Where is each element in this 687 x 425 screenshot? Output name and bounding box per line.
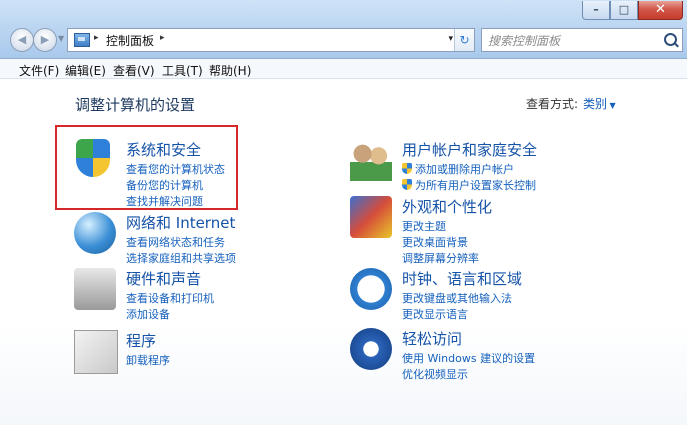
maximize-button[interactable]: □ xyxy=(610,1,638,20)
link-add-device[interactable]: 添加设备 xyxy=(126,307,214,323)
category-links: 卸载程序 xyxy=(126,353,170,369)
close-button[interactable]: ✕ xyxy=(638,1,683,20)
arrow-right-icon: ▶ xyxy=(40,33,50,46)
category-title-hardware[interactable]: 硬件和声音 xyxy=(126,268,201,289)
link-uninstall-program[interactable]: 卸载程序 xyxy=(126,353,170,369)
back-button[interactable]: ◀ xyxy=(10,28,34,52)
category-title-users[interactable]: 用户帐户和家庭安全 xyxy=(402,139,537,160)
page-title: 调整计算机的设置 xyxy=(75,96,196,114)
breadcrumb-arrow-icon[interactable]: ▸ xyxy=(94,33,99,43)
breadcrumb-arrow-icon[interactable]: ▸ xyxy=(160,33,165,43)
printer-icon[interactable] xyxy=(74,268,116,310)
link-recommended-settings[interactable]: 使用 Windows 建议的设置 xyxy=(402,351,535,367)
arrow-left-icon: ◀ xyxy=(17,33,27,46)
link-screen-resolution[interactable]: 调整屏幕分辨率 xyxy=(402,251,479,267)
category-title-clock[interactable]: 时钟、语言和区域 xyxy=(402,268,522,289)
refresh-button[interactable]: ↻ xyxy=(454,29,474,51)
link-desktop-background[interactable]: 更改桌面背景 xyxy=(402,235,479,251)
link-display-language[interactable]: 更改显示语言 xyxy=(402,307,512,323)
menu-bar: 文件(F) 编辑(E) 查看(V) 工具(T) 帮助(H) xyxy=(0,59,687,79)
menu-help[interactable]: 帮助(H) xyxy=(209,62,251,79)
category-links: 查看设备和打印机 添加设备 xyxy=(126,291,214,323)
menu-view[interactable]: 查看(V) xyxy=(113,62,155,79)
category-title-ease[interactable]: 轻松访问 xyxy=(402,328,462,349)
network-globe-icon[interactable] xyxy=(74,212,116,254)
menu-tools[interactable]: 工具(T) xyxy=(162,62,203,79)
category-links: 更改主题 更改桌面背景 调整屏幕分辨率 xyxy=(402,219,479,267)
category-links: 添加或删除用户帐户 为所有用户设置家长控制 xyxy=(402,162,536,194)
search-icon[interactable] xyxy=(664,33,677,46)
address-bar[interactable]: ▸ 控制面板 ▸ ▾ ↻ xyxy=(67,28,475,52)
selection-highlight-box xyxy=(55,125,238,210)
category-title-appearance[interactable]: 外观和个性化 xyxy=(402,196,492,217)
view-by-label: 查看方式: xyxy=(526,97,579,111)
ease-of-access-icon[interactable] xyxy=(350,328,392,370)
menu-edit[interactable]: 编辑(E) xyxy=(65,62,106,79)
address-dropdown-icon[interactable]: ▾ xyxy=(448,34,453,44)
search-placeholder: 搜索控制面板 xyxy=(488,34,561,48)
maximize-icon: □ xyxy=(618,3,630,16)
view-by-dropdown[interactable]: 类别 xyxy=(583,95,616,112)
close-icon: ✕ xyxy=(655,2,666,17)
appearance-paint-icon[interactable] xyxy=(350,196,392,238)
title-bar: – □ ✕ ◀ ▶ ▼ ▸ 控制面板 ▸ ▾ ↻ 搜索控制面板 xyxy=(0,0,687,59)
clock-globe-icon[interactable] xyxy=(350,268,392,310)
link-parental-controls[interactable]: 为所有用户设置家长控制 xyxy=(402,178,536,194)
recent-pages-dropdown[interactable]: ▼ xyxy=(58,34,64,43)
link-network-status[interactable]: 查看网络状态和任务 xyxy=(126,235,236,251)
search-input[interactable]: 搜索控制面板 xyxy=(481,28,683,52)
programs-box-icon[interactable] xyxy=(74,330,118,374)
link-devices-printers[interactable]: 查看设备和打印机 xyxy=(126,291,214,307)
users-icon[interactable] xyxy=(350,139,392,181)
category-title-network[interactable]: 网络和 Internet xyxy=(126,212,235,233)
link-homegroup-sharing[interactable]: 选择家庭组和共享选项 xyxy=(126,251,236,267)
forward-button[interactable]: ▶ xyxy=(33,28,57,52)
minimize-icon: – xyxy=(593,3,599,16)
minimize-button[interactable]: – xyxy=(582,1,610,20)
breadcrumb-control-panel[interactable]: 控制面板 xyxy=(106,32,154,49)
window-controls: – □ ✕ xyxy=(582,1,683,20)
link-keyboard-input[interactable]: 更改键盘或其他输入法 xyxy=(402,291,512,307)
menu-file[interactable]: 文件(F) xyxy=(19,62,59,79)
link-optimize-display[interactable]: 优化视频显示 xyxy=(402,367,535,383)
category-title-programs[interactable]: 程序 xyxy=(126,330,156,351)
control-panel-icon xyxy=(74,33,90,47)
category-links: 使用 Windows 建议的设置 优化视频显示 xyxy=(402,351,535,383)
category-links: 查看网络状态和任务 选择家庭组和共享选项 xyxy=(126,235,236,267)
category-links: 更改键盘或其他输入法 更改显示语言 xyxy=(402,291,512,323)
link-change-theme[interactable]: 更改主题 xyxy=(402,219,479,235)
link-add-remove-users[interactable]: 添加或删除用户帐户 xyxy=(402,162,536,178)
